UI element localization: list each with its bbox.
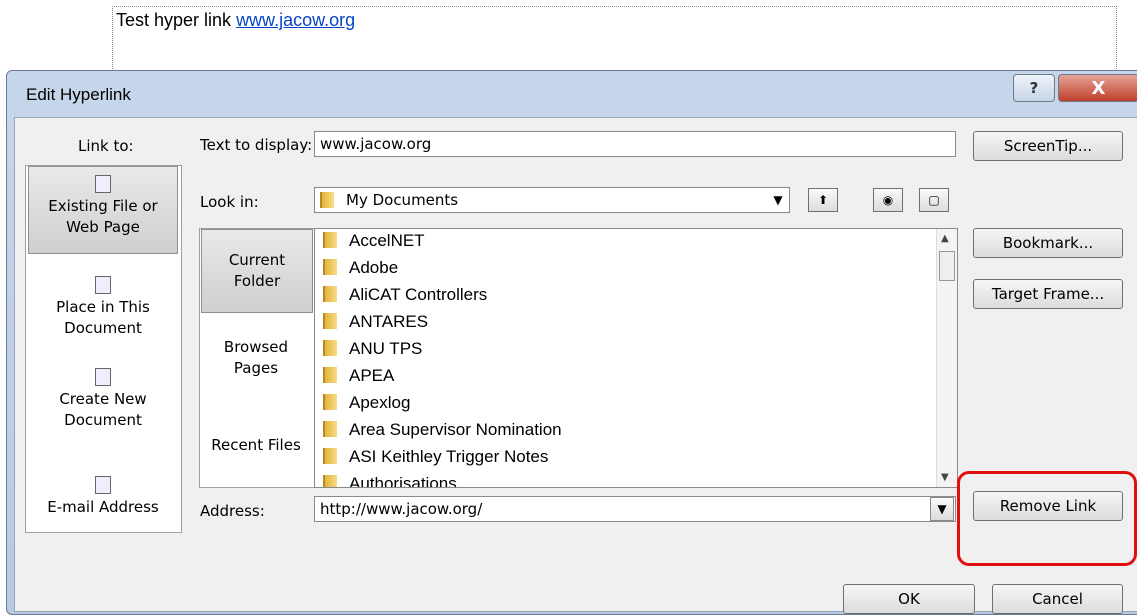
link-to-email-label: E-mail Address	[47, 498, 159, 516]
help-button[interactable]: ?	[1013, 74, 1055, 102]
folder-icon	[320, 192, 334, 208]
link-to-place-line2: Document	[64, 319, 142, 337]
list-item[interactable]: ANU TPS	[323, 339, 422, 359]
tab-current-folder[interactable]: Current Folder	[201, 229, 313, 313]
look-in-label: Look in:	[200, 193, 259, 211]
link-to-create-new-document[interactable]: Create New Document	[28, 368, 178, 431]
new-doc-icon	[95, 368, 111, 386]
folder-icon	[323, 448, 337, 464]
document-line: Test hyper link www.jacow.org	[116, 10, 355, 31]
chevron-down-icon[interactable]: ▼	[766, 188, 790, 212]
scroll-down-icon[interactable]: ▼	[941, 472, 949, 483]
list-item[interactable]: AliCAT Controllers	[323, 285, 487, 305]
folder-icon	[323, 313, 337, 329]
folder-icon	[323, 259, 337, 275]
list-item[interactable]: ANTARES	[323, 312, 428, 332]
list-item-label: AccelNET	[349, 231, 425, 250]
folder-icon	[323, 394, 337, 410]
browse-web-icon[interactable]: ◉	[873, 188, 903, 212]
highlight-annotation	[957, 471, 1137, 566]
ok-button[interactable]: OK	[843, 584, 975, 614]
tab-browsed-pages[interactable]: Browsed Pages	[201, 337, 311, 379]
list-item-label: Area Supervisor Nomination	[349, 420, 562, 439]
list-item-label: ANTARES	[349, 312, 429, 331]
bookmark-button[interactable]: Bookmark...	[973, 228, 1123, 258]
folder-icon	[323, 340, 337, 356]
list-item-label: ASI Keithley Trigger Notes	[349, 447, 549, 466]
place-doc-icon	[95, 276, 111, 294]
tab-current-folder-line1: Current	[228, 251, 286, 269]
screentip-button[interactable]: ScreenTip...	[973, 131, 1123, 161]
document-text: Test hyper link	[116, 10, 237, 30]
list-item-label: Authorisations	[349, 474, 457, 488]
close-button[interactable]: X	[1058, 74, 1137, 102]
target-frame-button[interactable]: Target Frame...	[973, 279, 1123, 309]
scroll-up-icon[interactable]: ▲	[941, 233, 949, 244]
list-item[interactable]: Adobe	[323, 258, 398, 278]
folder-icon	[323, 475, 337, 487]
list-item[interactable]: Apexlog	[323, 393, 410, 413]
email-icon	[95, 476, 111, 494]
folder-icon	[323, 286, 337, 302]
document-hyperlink[interactable]: www.jacow.org	[236, 10, 355, 30]
link-to-email-address[interactable]: E-mail Address	[28, 476, 178, 518]
file-web-icon	[95, 175, 111, 193]
dialog-title: Edit Hyperlink	[26, 85, 131, 104]
list-item-label: ANU TPS	[349, 339, 423, 358]
list-item-label: Adobe	[349, 258, 399, 277]
folder-icon	[323, 421, 337, 437]
folder-icon	[323, 232, 337, 248]
list-item-label: AliCAT Controllers	[349, 285, 488, 304]
tab-recent-files[interactable]: Recent Files	[201, 435, 311, 456]
chevron-down-icon[interactable]: ▼	[930, 497, 954, 521]
link-to-label: Link to:	[78, 137, 134, 155]
link-to-create-line2: Document	[64, 411, 142, 429]
list-item-label: APEA	[349, 366, 395, 385]
tab-current-folder-line2: Folder	[233, 272, 281, 290]
tab-browsed-line2: Pages	[233, 359, 279, 377]
list-item[interactable]: APEA	[323, 366, 394, 386]
list-item[interactable]: Area Supervisor Nomination	[323, 420, 562, 440]
cancel-button[interactable]: Cancel	[992, 584, 1123, 614]
list-item-label: Apexlog	[349, 393, 411, 412]
list-item[interactable]: ASI Keithley Trigger Notes	[323, 447, 548, 467]
look-in-select[interactable]: My Documents	[314, 187, 790, 213]
address-input[interactable]: http://www.jacow.org/	[314, 496, 956, 522]
scroll-thumb[interactable]	[939, 251, 955, 281]
text-to-display-input[interactable]: www.jacow.org	[314, 131, 956, 157]
link-to-place-in-document[interactable]: Place in This Document	[28, 276, 178, 339]
link-to-existing-file[interactable]: Existing File or Web Page	[28, 166, 178, 254]
list-item[interactable]: Authorisations	[323, 474, 457, 488]
link-to-existing-file-line1: Existing File or	[48, 197, 158, 215]
file-list[interactable]: AccelNET Adobe AliCAT Controllers ANTARE…	[314, 228, 958, 488]
link-to-place-line1: Place in This	[56, 298, 150, 316]
link-to-existing-file-line2: Web Page	[66, 218, 140, 236]
up-folder-icon[interactable]: ⬆	[808, 188, 838, 212]
browse-tabs: Current Folder Browsed Pages Recent File…	[199, 228, 315, 488]
file-list-scrollbar[interactable]: ▲ ▼	[936, 229, 957, 487]
list-item[interactable]: AccelNET	[323, 231, 425, 251]
folder-icon	[323, 367, 337, 383]
text-to-display-label: Text to display:	[200, 136, 313, 154]
address-label: Address:	[200, 502, 265, 520]
browse-file-icon[interactable]: ▢	[919, 188, 949, 212]
tab-browsed-line1: Browsed	[223, 338, 289, 356]
link-to-panel: Existing File or Web Page Place in This …	[25, 165, 182, 533]
look-in-value: My Documents	[346, 191, 459, 209]
link-to-create-line1: Create New	[59, 390, 147, 408]
